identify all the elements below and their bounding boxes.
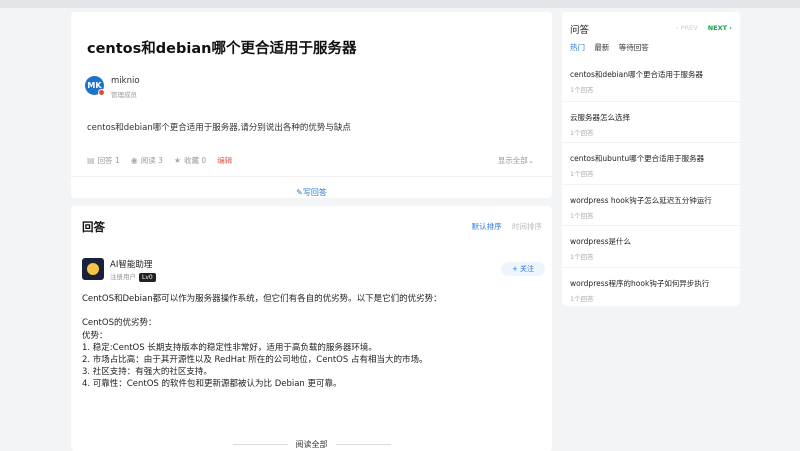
ai-avatar[interactable] [82,258,104,280]
sidebar-title: 问答 [570,25,590,36]
sidebar-list: centos和debian哪个更合适用于服务器 1个回答 云服务器怎么选择 1个… [562,59,740,308]
answer-count[interactable]: ▤ 回答 1 [87,155,120,166]
list-item-count: 1个回答 [570,86,594,94]
list-item[interactable]: centos和ubuntu哪个更合适用于服务器 1个回答 [562,142,740,184]
sidebar-tabs: 热门 最新 等待回答 [570,42,656,53]
robot-icon [87,263,99,275]
answers-card: 回答 默认排序 时间排序 AI智能助理 注册用户 Lv0 + 关注 CentOS和… [71,206,552,451]
list-item[interactable]: 云服务器怎么选择 1个回答 [562,100,740,143]
list-item[interactable]: wordpress hook钩子怎么延迟五分钟运行 1个回答 [562,183,740,226]
edit-link[interactable]: 编辑 [217,155,232,166]
answer-line [82,305,547,317]
answer-body: CentOS和Debian都可以作为服务器操作系统，但它们有各自的优劣势。以下是… [82,293,547,391]
comment-icon: ▤ [87,156,95,165]
follow-button[interactable]: + 关注 [501,262,545,276]
answers-heading: 回答 [82,220,105,234]
question-title: centos和debian哪个更合适用于服务器 [87,41,357,57]
list-item-count: 1个回答 [570,294,594,303]
list-item[interactable]: wordpress是什么 1个回答 [562,225,740,267]
list-item-title[interactable]: 云服务器怎么选择 [570,112,732,123]
question-card: centos和debian哪个更合适用于服务器 MK miknio 管理成员 c… [71,12,552,198]
sort-default-tab[interactable]: 默认排序 [472,222,502,231]
qa-sidebar: 问答 ‹ PREV NEXT › 热门 最新 等待回答 centos和debia… [562,12,740,306]
content-fade [71,391,552,441]
sort-time-tab[interactable]: 时间排序 [512,222,542,231]
answer-sort: 默认排序 时间排序 [472,221,542,232]
ai-author-name[interactable]: AI智能助理 [110,258,152,270]
top-shade [0,0,800,8]
level-badge: Lv0 [139,273,156,282]
favorite-button[interactable]: ★ 收藏 0 [174,155,206,166]
list-item-count: 1个回答 [570,211,594,220]
list-item-count: 1个回答 [570,253,594,261]
view-count: ◉ 阅读 3 [130,156,163,165]
author-badge-icon [98,89,105,96]
next-button[interactable]: NEXT › [708,24,732,32]
write-answer-button[interactable]: ✎写回答 [71,187,552,198]
read-all-button[interactable]: 阅读全部 [71,439,552,450]
author-name[interactable]: miknio [111,76,140,86]
question-description: centos和debian哪个更合适用于服务器,请分别说出各种的优势与缺点 [87,123,351,133]
list-item-title[interactable]: wordpress是什么 [570,236,732,247]
answer-line: 3. 社区支持：有强大的社区支持。 [82,367,212,378]
answer-line: CentOS的优劣势： [82,318,157,329]
sidebar-pager: ‹ PREV NEXT › [676,24,732,32]
answer-line: CentOS和Debian都可以作为服务器操作系统，但它们有各自的优劣势。以下是… [82,294,442,304]
list-item-title[interactable]: wordpress程序的hook钩子如何异步执行 [570,278,732,289]
list-item-title[interactable]: centos和debian哪个更合适用于服务器 [570,69,732,80]
author-role: 管理成员 [111,91,137,99]
tab-hot[interactable]: 热门 [570,43,585,52]
answer-line: 1. 稳定:CentOS 长期支持版本的稳定性非常好，适用于高负载的服务器环境。 [82,342,377,353]
list-item[interactable]: centos和debian哪个更合适用于服务器 1个回答 [562,59,740,101]
ai-author-role: 注册用户 Lv0 [110,271,156,282]
answer-line: 2. 市场占比高：由于其开源性以及 RedHat 所在的公司地位，CentOS … [82,354,428,365]
tab-waiting[interactable]: 等待回答 [619,43,649,52]
answer-line: 优势： [82,330,108,341]
show-all-toggle[interactable]: 显示全部⌄ [498,155,534,166]
divider [71,176,552,177]
list-item[interactable]: wordpress程序的hook钩子如何异步执行 1个回答 [562,266,740,309]
chevron-down-icon: ⌄ [527,156,534,165]
prev-button[interactable]: ‹ PREV [676,24,698,32]
star-icon: ★ [173,156,182,165]
list-item-title[interactable]: centos和ubuntu哪个更合适用于服务器 [570,153,732,164]
list-item-title[interactable]: wordpress hook钩子怎么延迟五分钟运行 [570,195,732,206]
answer-line: 4. 可靠性：CentOS 的软件包和更新源都被认为比 Debian 更可靠。 [82,379,342,390]
list-item-count: 1个回答 [570,170,594,178]
tab-latest[interactable]: 最新 [594,43,609,52]
leaf-pen-icon: ✎ [296,188,303,197]
list-item-count: 1个回答 [570,128,594,137]
eye-icon: ◉ [130,156,138,165]
question-meta: ▤ 回答 1 ◉ 阅读 3 ★ 收藏 0 编辑 [87,155,243,166]
